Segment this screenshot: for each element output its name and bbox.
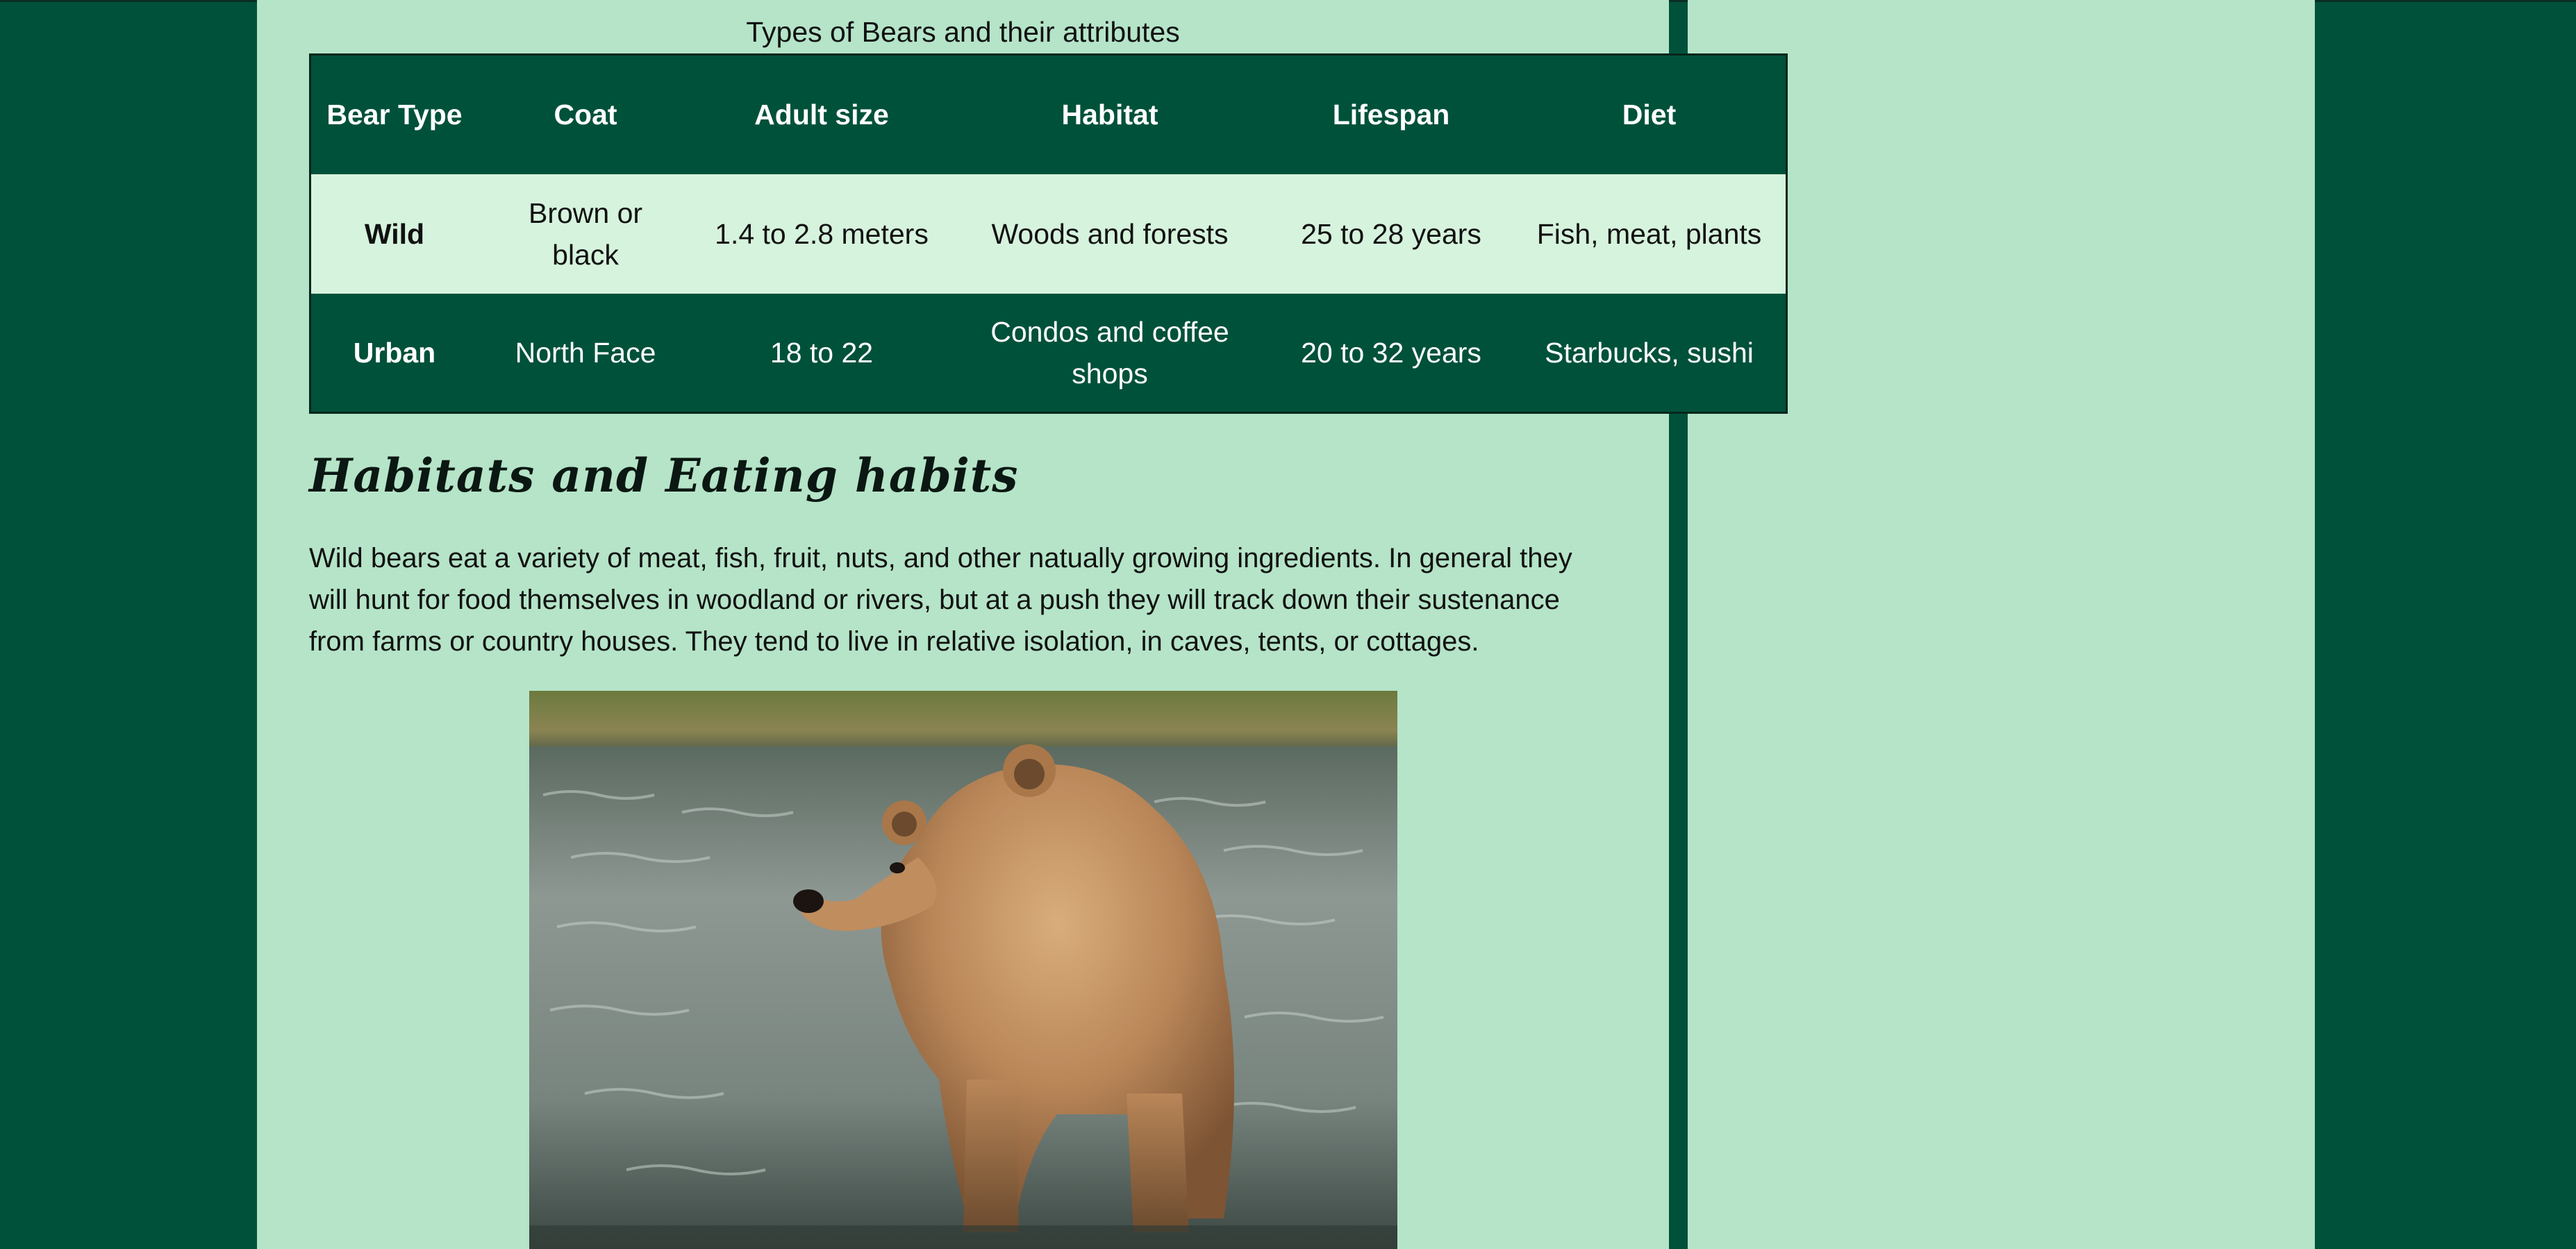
bear-types-table: Bear Type Coat Adult size Habitat Lifesp… bbox=[309, 53, 1788, 414]
bear-illustration bbox=[529, 691, 1397, 1249]
table-header-row: Bear Type Coat Adult size Habitat Lifesp… bbox=[310, 54, 1787, 174]
body-paragraph: Wild bears eat a variety of meat, fish, … bbox=[309, 543, 1572, 657]
cell-adult-size: 1.4 to 2.8 meters bbox=[715, 217, 929, 250]
cell-lifespan: 20 to 32 years bbox=[1301, 336, 1481, 369]
cell-bear-type: Urban bbox=[353, 336, 436, 369]
cell-bear-type: Wild bbox=[364, 217, 425, 250]
cell-diet: Fish, meat, plants bbox=[1536, 217, 1762, 250]
table-caption: Types of Bears and their attributes bbox=[746, 16, 1180, 48]
cell-adult-size: 18 to 22 bbox=[770, 336, 874, 369]
header-coat: Coat bbox=[554, 99, 617, 131]
header-lifespan: Lifespan bbox=[1332, 99, 1450, 131]
cell-lifespan: 25 to 28 years bbox=[1301, 217, 1481, 250]
header-habitat: Habitat bbox=[1061, 99, 1158, 131]
cell-diet: Starbucks, sushi bbox=[1545, 336, 1754, 369]
section-heading: Habitats and Eating habits bbox=[309, 449, 1019, 503]
header-adult-size: Adult size bbox=[754, 99, 889, 131]
cell-habitat: Woods and forests bbox=[991, 217, 1229, 250]
header-bear-type: Bear Type bbox=[326, 99, 463, 131]
table-row: Wild Brown or black 1.4 to 2.8 meters Wo… bbox=[310, 174, 1787, 294]
cell-habitat: Condos and coffee shops bbox=[990, 315, 1229, 389]
bear-photo bbox=[529, 691, 1397, 1249]
table-row: Urban North Face 18 to 22 Condos and cof… bbox=[310, 293, 1787, 413]
header-diet: Diet bbox=[1622, 99, 1677, 131]
cell-coat: North Face bbox=[515, 336, 656, 369]
cell-coat: Brown or black bbox=[528, 196, 643, 271]
